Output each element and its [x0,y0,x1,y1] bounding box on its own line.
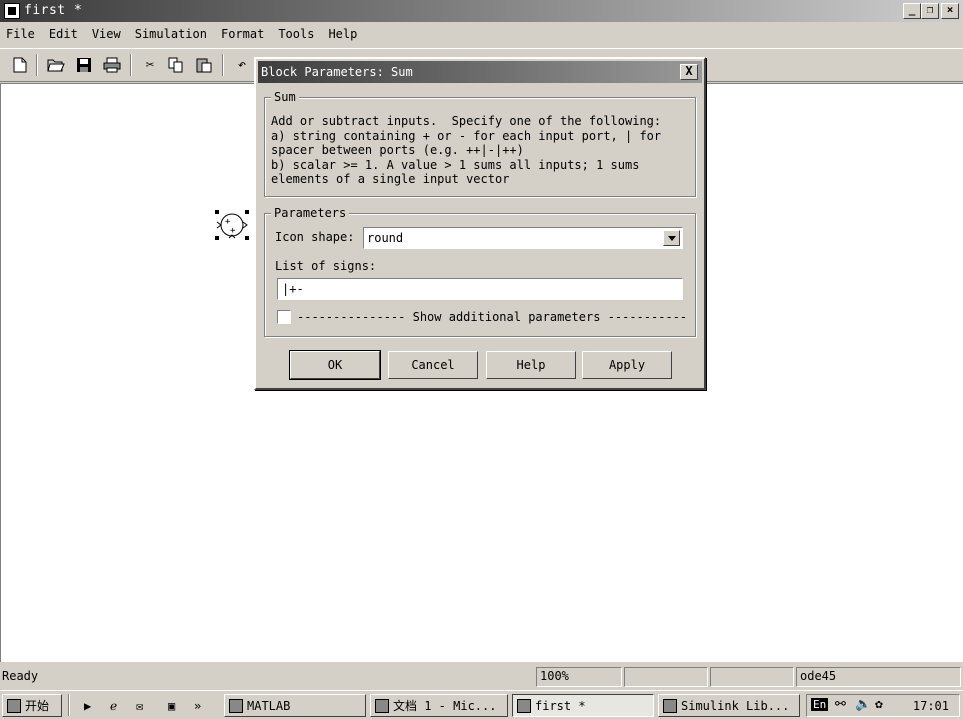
signs-value: |+- [282,282,304,296]
zoom-level: 100% [536,667,622,687]
solver-name: ode45 [796,667,961,687]
restore-button[interactable]: ❐ [921,3,939,19]
clock: 17:01 [912,699,949,713]
task-label: Simulink Lib... [681,698,790,713]
start-label: 开始 [25,699,50,713]
new-file-icon[interactable] [10,55,30,75]
minimize-button[interactable]: _ [903,3,921,19]
window-controls: _ ❐ × [903,3,959,19]
close-window-button[interactable]: × [941,3,959,19]
print-icon[interactable] [102,55,122,75]
menu-file[interactable]: File [6,27,35,41]
matlab-icon [229,698,243,713]
signs-label: List of signs: [275,259,377,273]
taskbar-item-matlab[interactable]: MATLAB [224,694,366,717]
ok-button[interactable]: OK [289,350,381,380]
show-additional-label: --------------- Show additional paramete… [297,310,688,324]
dialog-title-bar: Block Parameters: Sum X [258,61,702,83]
menu-tools[interactable]: Tools [278,27,314,41]
group-legend-parameters: Parameters [271,206,350,220]
status-cell-2 [624,667,708,687]
menu-help[interactable]: Help [328,27,357,41]
taskbar-separator [68,694,70,716]
tray-app-icon[interactable]: ✿ [875,697,883,712]
task-label: first * [535,698,586,713]
word-icon [375,698,389,713]
paste-clipboard-icon[interactable] [194,55,214,75]
parameters-group: Parameters Icon shape: round List of sig… [264,206,696,337]
block-parameters-dialog: Block Parameters: Sum X Sum Add or subtr… [254,57,706,390]
cut-scissors-icon[interactable]: ✂ [140,55,160,75]
media-player-icon[interactable]: ▶ [82,694,106,717]
apply-button[interactable]: Apply [582,351,672,379]
copy-icon[interactable] [166,55,186,75]
signs-input[interactable]: |+- [277,278,683,300]
toolbar-separator [36,54,38,76]
outlook-icon[interactable]: ✉ [134,694,158,717]
status-text: Ready [2,669,39,683]
help-button[interactable]: Help [486,351,576,379]
taskbar-item-simulink-library[interactable]: Simulink Lib... [658,694,800,717]
simulink-library-icon [663,698,677,713]
task-label: 文档 1 - Mic... [393,699,497,713]
taskbar-item-first[interactable]: first * [512,694,654,717]
chevron-down-icon[interactable] [663,230,680,246]
show-additional-checkbox[interactable] [277,310,291,324]
system-tray: En ⚯ 🔈 ✿ 17:01 [806,694,960,717]
input-language-indicator[interactable]: En [811,698,829,711]
menu-view[interactable]: View [92,27,121,41]
quicklaunch-more-icon[interactable]: » [194,694,210,717]
menu-edit[interactable]: Edit [49,27,78,41]
taskbar-item-word[interactable]: 文档 1 - Mic... [370,694,508,717]
sum-description-group: Sum Add or subtract inputs. Specify one … [264,90,696,197]
dialog-title: Block Parameters: Sum [261,65,413,79]
simulink-model-icon [517,698,531,713]
group-legend-sum: Sum [271,90,299,104]
ie-browser-icon[interactable]: ℯ [108,694,132,717]
cancel-button[interactable]: Cancel [388,351,478,379]
icon-shape-select[interactable]: round [363,227,683,249]
save-disk-icon[interactable] [74,55,94,75]
status-bar: Ready 100% ode45 [0,665,963,689]
volume-icon[interactable]: 🔈 [855,697,871,712]
icon-shape-value: round [367,231,404,245]
network-icon[interactable]: ⚯ [835,697,846,712]
show-desktop-icon[interactable]: ▣ [166,694,190,717]
taskbar: 开始 ▶ ℯ ✉ ▣ » MATLAB 文档 1 - Mic... first … [0,690,963,719]
undo-icon[interactable]: ↶ [232,55,252,75]
sum-sign-2: + [230,226,236,236]
windows-logo-icon [7,698,21,713]
window-title-bar: first * _ ❐ × [0,0,963,22]
task-label: MATLAB [247,698,291,713]
status-cell-3 [710,667,794,687]
simulink-app-icon[interactable] [4,3,20,19]
dialog-close-button[interactable]: X [680,64,698,80]
window-title: first * [24,3,83,18]
toolbar-separator [130,54,132,76]
toolbar-separator [222,54,224,76]
menu-simulation[interactable]: Simulation [135,27,207,41]
open-folder-icon[interactable] [46,55,66,75]
start-button[interactable]: 开始 [2,694,62,717]
icon-shape-label: Icon shape: [275,230,355,244]
menu-format[interactable]: Format [221,27,264,41]
block-description: Add or subtract inputs. Specify one of t… [271,114,662,186]
sum-block[interactable]: + + [215,210,249,240]
menu-bar: File Edit View Simulation Format Tools H… [0,22,963,46]
